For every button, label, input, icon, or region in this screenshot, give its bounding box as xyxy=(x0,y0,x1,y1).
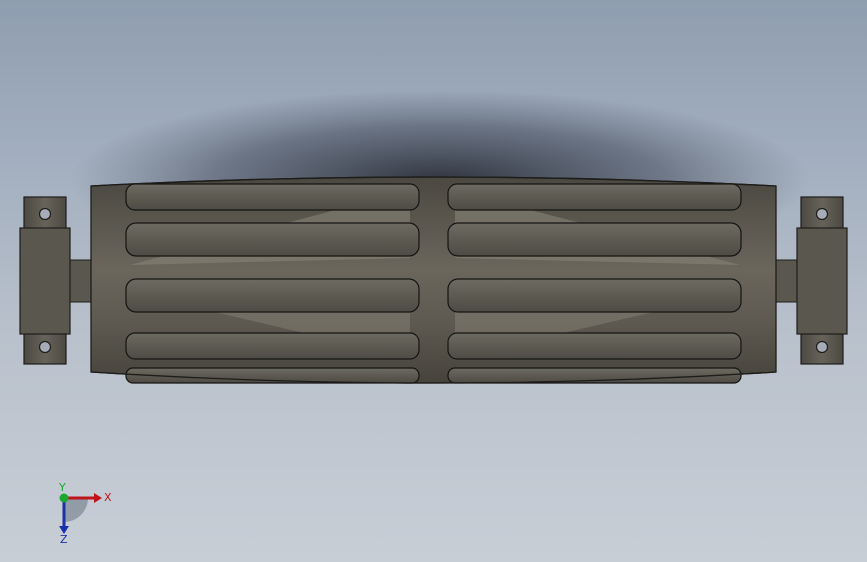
bolt-hole xyxy=(815,340,829,354)
x-axis-label: X xyxy=(104,491,112,504)
slot xyxy=(125,222,420,257)
cad-viewport[interactable] xyxy=(0,0,867,562)
y-axis-label: Y xyxy=(58,482,66,494)
coordinate-triad: X Y Z xyxy=(58,482,112,544)
slot xyxy=(447,183,742,211)
bolt-hole xyxy=(38,207,52,221)
bolt-hole xyxy=(38,340,52,354)
cage-drum[interactable] xyxy=(90,176,777,384)
slot xyxy=(447,332,742,360)
slot xyxy=(125,183,420,211)
slot xyxy=(125,332,420,360)
right-bearing-block[interactable] xyxy=(796,196,848,365)
slot xyxy=(125,278,420,313)
slot xyxy=(447,222,742,257)
triad-shadow xyxy=(64,498,88,522)
slot xyxy=(447,278,742,313)
x-axis-arrow-icon xyxy=(94,493,102,503)
bolt-hole xyxy=(815,207,829,221)
y-axis-dot-icon xyxy=(59,493,69,503)
left-bearing-block[interactable] xyxy=(19,196,71,365)
z-axis-label: Z xyxy=(60,533,68,544)
